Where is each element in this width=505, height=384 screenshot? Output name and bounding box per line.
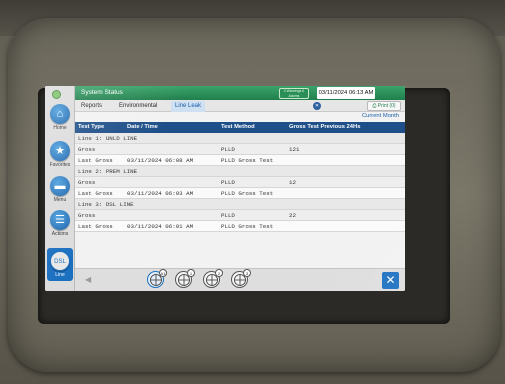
- nav-actions-label: Actions: [51, 231, 69, 237]
- print-label: Print (0): [377, 103, 396, 109]
- line-1-button[interactable]: 1: [175, 269, 195, 288]
- table-row[interactable]: Gross PLLD 12: [75, 177, 405, 188]
- cell-method: PLLD: [221, 146, 235, 153]
- nav-menu-label: Menu: [53, 197, 67, 203]
- line-all-button[interactable]: A1: [147, 269, 167, 288]
- current-month-label: Current Month: [361, 113, 399, 119]
- nav-favorites-button[interactable]: ★ Favorites: [48, 141, 72, 168]
- line-2-button[interactable]: 2: [203, 269, 223, 288]
- table-row[interactable]: Last Gross 03/11/2024 06:01 AM PLLD Gros…: [75, 221, 405, 232]
- group-row[interactable]: Line 2: PREM LINE: [75, 166, 405, 177]
- cell-test-type: Gross: [78, 212, 96, 219]
- nav-line-button[interactable]: DSL Line: [47, 248, 73, 281]
- group-label: Line 2: PREM LINE: [78, 168, 138, 175]
- table-row[interactable]: Gross PLLD 121: [75, 144, 405, 155]
- nav-favorites-label: Favorites: [49, 162, 71, 168]
- nav-menu-button[interactable]: ▬ Menu: [48, 176, 72, 203]
- cell-method: PLLD: [221, 212, 235, 219]
- nav-actions-button[interactable]: ☰ Actions: [48, 210, 72, 237]
- cell-test-type: Last Gross: [78, 157, 113, 164]
- cell-method: PLLD Gross Test: [221, 157, 274, 164]
- close-button[interactable]: ✕: [382, 272, 399, 289]
- nav-home-label: Home: [53, 125, 67, 131]
- alarm-status-badge[interactable]: 0 Warnings 0 Alarms: [279, 88, 309, 99]
- line-badge: 3: [243, 269, 251, 277]
- tab-line-leak[interactable]: Line Leak: [171, 101, 206, 112]
- col-test-type: Test Type: [78, 124, 105, 130]
- touch-screen: ⌂ Home ★ Favorites ▬ Menu ☰ Actions DSL …: [45, 86, 405, 291]
- page-title: System Status: [81, 89, 123, 96]
- tab-bar: Reports Environmental Line Leak ✕ ⎙ Prin…: [75, 100, 405, 112]
- cell-method: PLLD Gross Test: [221, 223, 274, 230]
- cell-date: 03/11/2024 06:01 AM: [127, 223, 194, 230]
- table-row[interactable]: Last Gross 03/11/2024 06:08 AM PLLD Gros…: [75, 155, 405, 166]
- menu-icon: ▬: [50, 176, 70, 196]
- cell-method: PLLD: [221, 179, 235, 186]
- group-label: Line 3: DSL LINE: [78, 201, 134, 208]
- star-icon: ★: [50, 141, 70, 161]
- left-nav: ⌂ Home ★ Favorites ▬ Menu ☰ Actions DSL …: [45, 86, 75, 291]
- bottom-bar: ◀ A1 1 2 3 ✕: [75, 268, 405, 291]
- home-icon: ⌂: [50, 104, 70, 124]
- actions-icon: ☰: [50, 210, 70, 230]
- cell-date: 03/11/2024 06:08 AM: [127, 157, 194, 164]
- nav-home-button[interactable]: ⌂ Home: [48, 104, 72, 131]
- cell-result: 22: [289, 212, 296, 219]
- table-header: Test Type Date / Time Test Method Gross …: [75, 122, 405, 133]
- tab-environmental[interactable]: Environmental: [115, 101, 161, 112]
- nav-line-label: Line: [55, 272, 65, 278]
- col-test-method: Test Method: [221, 124, 255, 130]
- cell-method: PLLD Gross Test: [221, 190, 274, 197]
- status-light-icon: [52, 90, 61, 99]
- dsl-line-icon: DSL: [50, 251, 70, 271]
- cell-result: 12: [289, 179, 296, 186]
- scroll-left-icon[interactable]: ◀: [85, 275, 91, 284]
- table-row[interactable]: Last Gross 03/11/2024 06:03 AM PLLD Gros…: [75, 188, 405, 199]
- cell-test-type: Last Gross: [78, 190, 113, 197]
- group-row[interactable]: Line 1: UNLD LINE: [75, 133, 405, 144]
- group-row[interactable]: Line 3: DSL LINE: [75, 199, 405, 210]
- cell-date: 03/11/2024 06:03 AM: [127, 190, 194, 197]
- table-row[interactable]: Gross PLLD 22: [75, 210, 405, 221]
- line-badge: A1: [159, 269, 167, 277]
- cell-test-type: Gross: [78, 146, 96, 153]
- tab-close-icon[interactable]: ✕: [313, 102, 321, 110]
- line-badge: 2: [215, 269, 223, 277]
- print-button[interactable]: ⎙ Print (0): [367, 101, 401, 111]
- line-badge: 1: [187, 269, 195, 277]
- line-3-button[interactable]: 3: [231, 269, 251, 288]
- col-gross-test: Gross Test Previous 24Hs: [289, 124, 361, 130]
- close-icon: ✕: [385, 273, 396, 287]
- cell-result: 121: [289, 146, 300, 153]
- tab-reports[interactable]: Reports: [77, 101, 106, 112]
- cell-test-type: Last Gross: [78, 223, 113, 230]
- report-period: Current Month: [75, 112, 405, 122]
- datetime-display: 03/11/2024 06:13 AM: [317, 87, 375, 99]
- cell-test-type: Gross: [78, 179, 96, 186]
- col-date-time: Date / Time: [127, 124, 158, 130]
- group-label: Line 1: UNLD LINE: [78, 135, 138, 142]
- line-leak-table: Test Type Date / Time Test Method Gross …: [75, 122, 405, 232]
